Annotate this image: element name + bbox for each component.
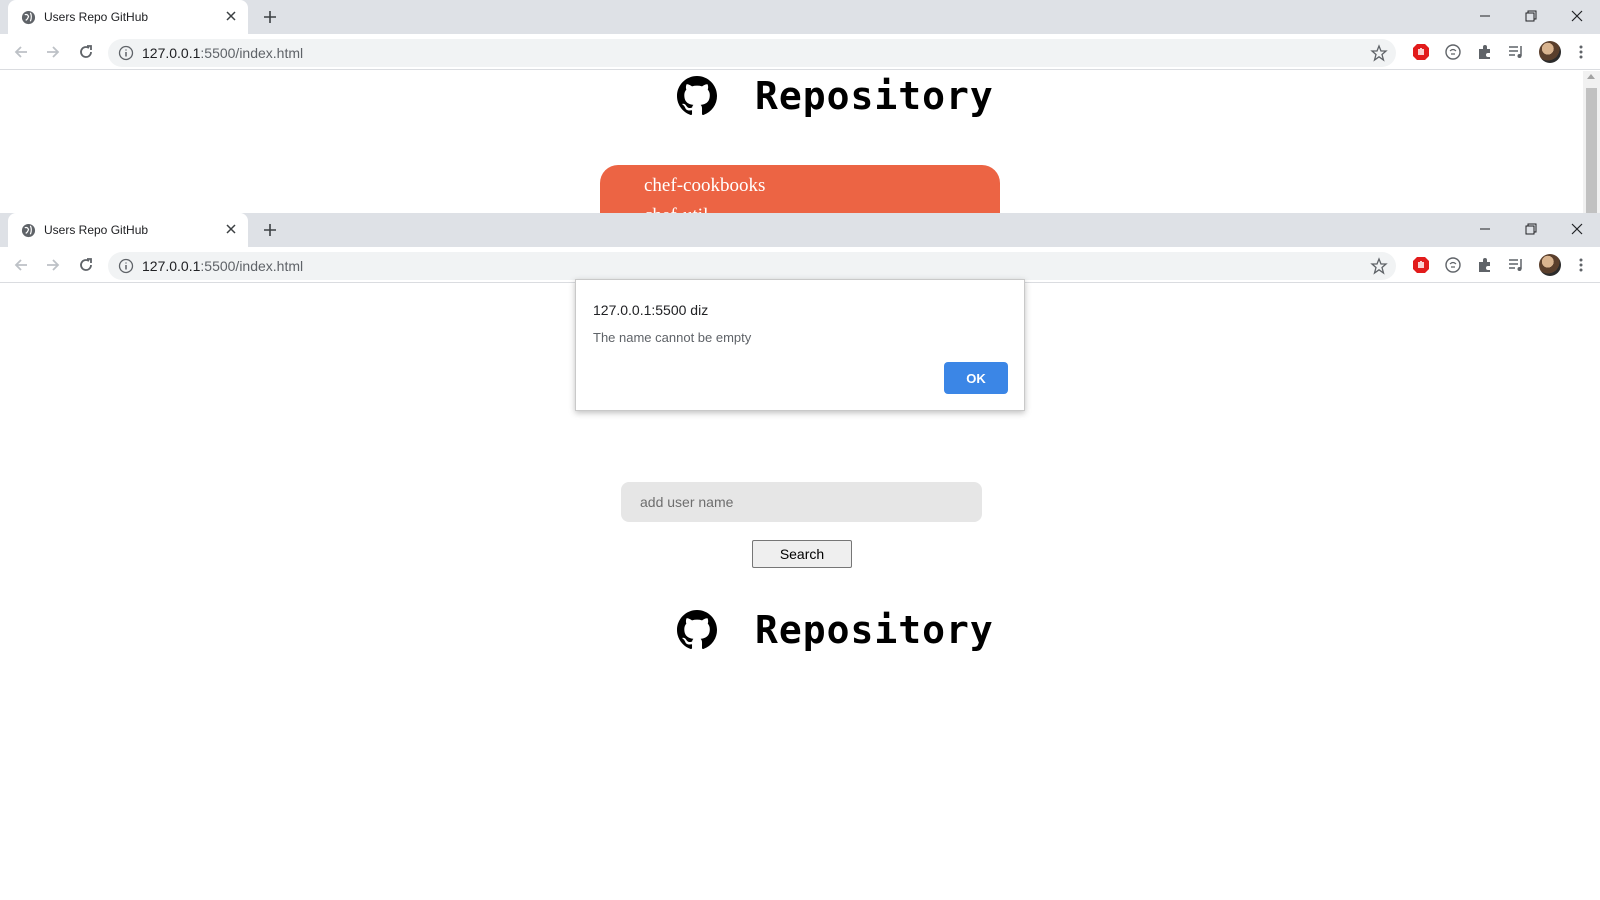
page-header: Repository [677,608,994,652]
page-title: Repository [755,74,994,118]
url-text: 127.0.0.1:5500/index.html [142,258,304,274]
back-arrow-icon[interactable] [12,256,30,274]
extensions-puzzle-icon[interactable] [1476,43,1494,61]
restore-icon[interactable] [1523,221,1539,237]
forward-arrow-icon[interactable] [44,256,62,274]
search-button[interactable]: Search [752,540,852,568]
globe-icon [21,223,36,238]
tab-strip: Users Repo GitHub [0,213,1600,247]
scrollbar-thumb[interactable] [1586,88,1597,213]
bookmark-star-icon[interactable] [1370,257,1388,275]
alert-message: The name cannot be empty [593,330,752,345]
page-header: Repository [677,74,994,118]
minimize-icon[interactable] [1477,221,1493,237]
repo-item[interactable]: chef-util [644,205,708,213]
media-control-icon[interactable] [1507,43,1525,61]
github-logo-icon [677,76,717,116]
adblock-icon[interactable] [1412,256,1430,274]
tab-title: Users Repo GitHub [44,10,149,24]
browser-window-top: Users Repo GitHub 127.0.0.1:5500/index.h… [0,0,1600,213]
media-control-icon[interactable] [1507,256,1525,274]
adblock-icon[interactable] [1412,43,1430,61]
user-name-input[interactable] [621,482,982,522]
alert-title: 127.0.0.1:5500 diz [593,302,709,318]
info-icon[interactable] [118,258,134,274]
page-content: Repository chef-cookbooks chef-util [0,71,1600,213]
restore-icon[interactable] [1523,8,1539,24]
browser-tab[interactable]: Users Repo GitHub [8,0,248,34]
extension-circle-icon[interactable] [1444,43,1462,61]
repo-item[interactable]: chef-cookbooks [644,175,765,197]
scroll-up-arrow-icon[interactable] [1587,74,1595,79]
tab-strip: Users Repo GitHub [0,0,1600,34]
profile-avatar[interactable] [1539,254,1561,276]
address-bar[interactable]: 127.0.0.1:5500/index.html [108,39,1396,67]
close-tab-icon[interactable] [224,222,238,236]
address-bar[interactable]: 127.0.0.1:5500/index.html [108,252,1396,280]
github-logo-icon [677,610,717,650]
browser-toolbar: 127.0.0.1:5500/index.html [0,34,1600,70]
info-icon[interactable] [118,45,134,61]
close-window-icon[interactable] [1569,221,1585,237]
url-text: 127.0.0.1:5500/index.html [142,45,304,61]
alert-dialog: 127.0.0.1:5500 diz The name cannot be em… [575,279,1025,411]
new-tab-icon[interactable] [262,9,278,25]
repo-list: chef-cookbooks chef-util [600,165,1000,213]
minimize-icon[interactable] [1477,8,1493,24]
browser-tab[interactable]: Users Repo GitHub [8,213,248,247]
forward-arrow-icon[interactable] [44,43,62,61]
browser-toolbar: 127.0.0.1:5500/index.html [0,247,1600,283]
reload-icon[interactable] [77,256,95,274]
reload-icon[interactable] [77,43,95,61]
more-menu-icon[interactable] [1572,43,1590,61]
scrollbar[interactable] [1583,71,1600,213]
extension-circle-icon[interactable] [1444,256,1462,274]
bookmark-star-icon[interactable] [1370,44,1388,62]
ok-button[interactable]: OK [944,362,1008,394]
back-arrow-icon[interactable] [12,43,30,61]
tab-title: Users Repo GitHub [44,223,149,237]
page-title: Repository [755,608,994,652]
more-menu-icon[interactable] [1572,256,1590,274]
profile-avatar[interactable] [1539,41,1561,63]
globe-icon [21,10,36,25]
close-window-icon[interactable] [1569,8,1585,24]
extensions-puzzle-icon[interactable] [1476,256,1494,274]
close-tab-icon[interactable] [224,9,238,23]
new-tab-icon[interactable] [262,222,278,238]
